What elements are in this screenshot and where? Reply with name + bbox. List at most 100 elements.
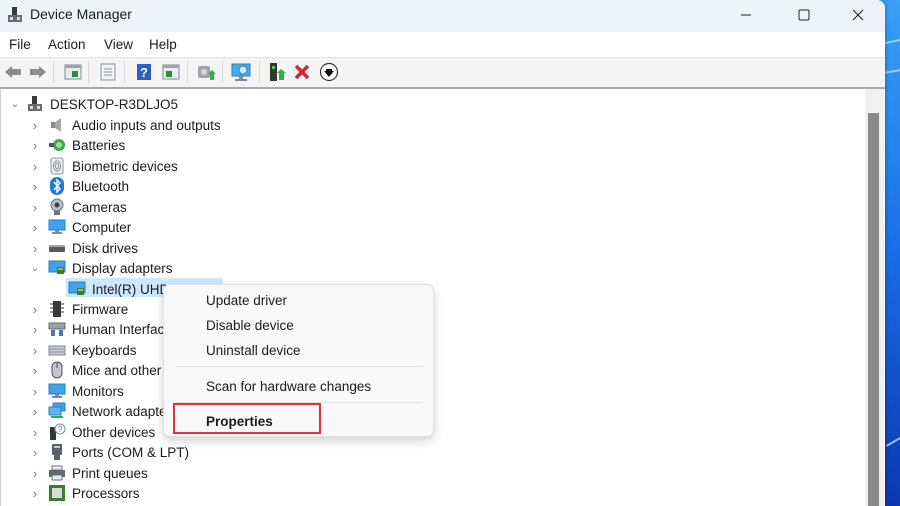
show-hide-console-tree-icon[interactable] <box>63 62 83 82</box>
update-driver-icon[interactable] <box>196 62 216 82</box>
menu-file[interactable]: File <box>9 37 31 52</box>
wallpaper-streak <box>884 68 900 74</box>
context-menu-separator <box>176 366 422 367</box>
tree-category-label: Bluetooth <box>72 178 130 194</box>
chevron-right-icon[interactable]: › <box>28 200 42 215</box>
tree-category[interactable]: › Human Interfac <box>28 319 164 339</box>
tree-category-label: Biometric devices <box>72 158 178 174</box>
battery-icon <box>48 136 66 154</box>
printer-icon <box>48 464 66 482</box>
chevron-down-icon[interactable]: ⌄ <box>28 263 42 274</box>
show-action-pane-icon[interactable] <box>161 62 181 82</box>
chevron-right-icon[interactable]: › <box>28 486 42 501</box>
context-menu-disable-device[interactable]: Disable device <box>206 318 294 333</box>
chevron-down-icon[interactable]: ⌄ <box>8 99 22 110</box>
chevron-right-icon[interactable]: › <box>28 138 42 153</box>
menu-view[interactable]: View <box>104 37 133 52</box>
tree-category-label: Human Interfac <box>72 321 165 337</box>
tree-category[interactable]: › Cameras <box>28 197 127 217</box>
chevron-right-icon[interactable]: › <box>28 179 42 194</box>
chevron-right-icon[interactable]: › <box>28 445 42 460</box>
chevron-right-icon[interactable]: › <box>28 425 42 440</box>
scrollbar-thumb[interactable] <box>868 113 879 506</box>
tree-category[interactable]: › Computer <box>28 217 131 237</box>
disk-drive-icon <box>48 239 66 257</box>
close-icon <box>852 9 864 21</box>
keyboard-icon <box>48 341 66 359</box>
minimize-button[interactable] <box>723 0 769 30</box>
chevron-right-icon[interactable]: › <box>28 322 42 337</box>
context-menu-update-driver[interactable]: Update driver <box>206 293 287 308</box>
tree-category[interactable]: › Disk drives <box>28 238 138 258</box>
window-title: Device Manager <box>30 6 132 22</box>
unknown-device-icon: ? <box>48 423 66 441</box>
disable-device-icon[interactable] <box>319 62 339 82</box>
back-arrow-icon[interactable] <box>3 62 23 82</box>
mouse-icon <box>48 361 66 379</box>
chevron-right-icon[interactable]: › <box>28 343 42 358</box>
chevron-right-icon[interactable]: › <box>28 302 42 317</box>
uninstall-device-icon[interactable] <box>292 62 312 82</box>
tree-category[interactable]: › Firmware <box>28 299 128 319</box>
tree-category[interactable]: › Processors <box>28 483 140 503</box>
maximize-button[interactable] <box>781 0 827 30</box>
tree-device-label: Intel(R) UHD <box>92 281 170 297</box>
scan-hardware-icon[interactable] <box>231 62 251 82</box>
tree-category[interactable]: › Audio inputs and outputs <box>28 115 221 135</box>
chevron-right-icon[interactable]: › <box>28 404 42 419</box>
tree-category-label: Firmware <box>72 301 129 317</box>
menu-help[interactable]: Help <box>149 37 177 52</box>
tree-category[interactable]: ⌄ Display adapters <box>28 258 173 278</box>
fingerprint-icon <box>48 157 66 175</box>
tree-device-item[interactable]: Intel(R) UHD <box>62 279 169 299</box>
tree-category-label: Mice and other <box>72 362 162 378</box>
chevron-right-icon[interactable]: › <box>28 363 42 378</box>
chevron-right-icon[interactable]: › <box>28 118 42 133</box>
context-menu-scan-hardware[interactable]: Scan for hardware changes <box>206 379 371 394</box>
tree-root[interactable]: ⌄ DESKTOP-R3DLJO5 <box>8 94 178 114</box>
tree-category[interactable]: › Monitors <box>28 381 124 401</box>
vertical-scrollbar[interactable] <box>865 89 884 506</box>
help-icon[interactable]: ? <box>134 62 154 82</box>
toolbar-separator <box>53 62 54 83</box>
wallpaper-streak <box>885 37 900 45</box>
bluetooth-icon <box>48 177 66 195</box>
context-menu-uninstall-device[interactable]: Uninstall device <box>206 343 301 358</box>
display-adapter-icon <box>68 280 86 298</box>
chevron-right-icon[interactable]: › <box>28 220 42 235</box>
close-button[interactable] <box>835 0 881 30</box>
tree-category[interactable]: › Network adapte <box>28 401 167 421</box>
device-manager-app-icon <box>7 6 23 24</box>
svg-text:?: ? <box>140 65 148 80</box>
tree-category-label: Processors <box>72 485 140 501</box>
tree-category[interactable]: › Mice and other <box>28 360 161 380</box>
tree-category[interactable]: › Batteries <box>28 135 125 155</box>
tree-category[interactable]: › Biometric devices <box>28 156 178 176</box>
chevron-right-icon[interactable]: › <box>28 241 42 256</box>
tree-category[interactable]: › Keyboards <box>28 340 137 360</box>
wallpaper-streak <box>885 435 900 447</box>
chevron-right-icon[interactable]: › <box>28 384 42 399</box>
menu-bar: File Action View Help <box>0 32 885 58</box>
speaker-icon <box>48 116 66 134</box>
monitor-icon <box>48 382 66 400</box>
chevron-right-icon[interactable]: › <box>28 159 42 174</box>
tree-category-label: Network adapte <box>72 403 167 419</box>
properties-sheet-icon[interactable] <box>98 62 118 82</box>
enable-device-icon[interactable] <box>267 62 287 82</box>
menu-action[interactable]: Action <box>48 37 86 52</box>
toolbar-separator <box>88 62 89 83</box>
tree-category-label: Display adapters <box>72 260 173 276</box>
toolbar: ? <box>0 58 885 89</box>
tree-category[interactable]: ›? Other devices <box>28 422 155 442</box>
tree-category[interactable]: › Bluetooth <box>28 176 129 196</box>
device-manager-window: Device Manager File Action View Help ? ⌄… <box>0 0 885 506</box>
minimize-icon <box>741 14 751 16</box>
tree-category-label: Batteries <box>72 137 126 153</box>
chevron-right-icon[interactable]: › <box>28 466 42 481</box>
forward-arrow-icon[interactable] <box>28 62 48 82</box>
annotation-highlight-box <box>173 403 321 434</box>
tree-category[interactable]: › Print queues <box>28 463 148 483</box>
tree-category-label: Computer <box>72 219 132 235</box>
tree-category[interactable]: › Ports (COM & LPT) <box>28 442 189 462</box>
